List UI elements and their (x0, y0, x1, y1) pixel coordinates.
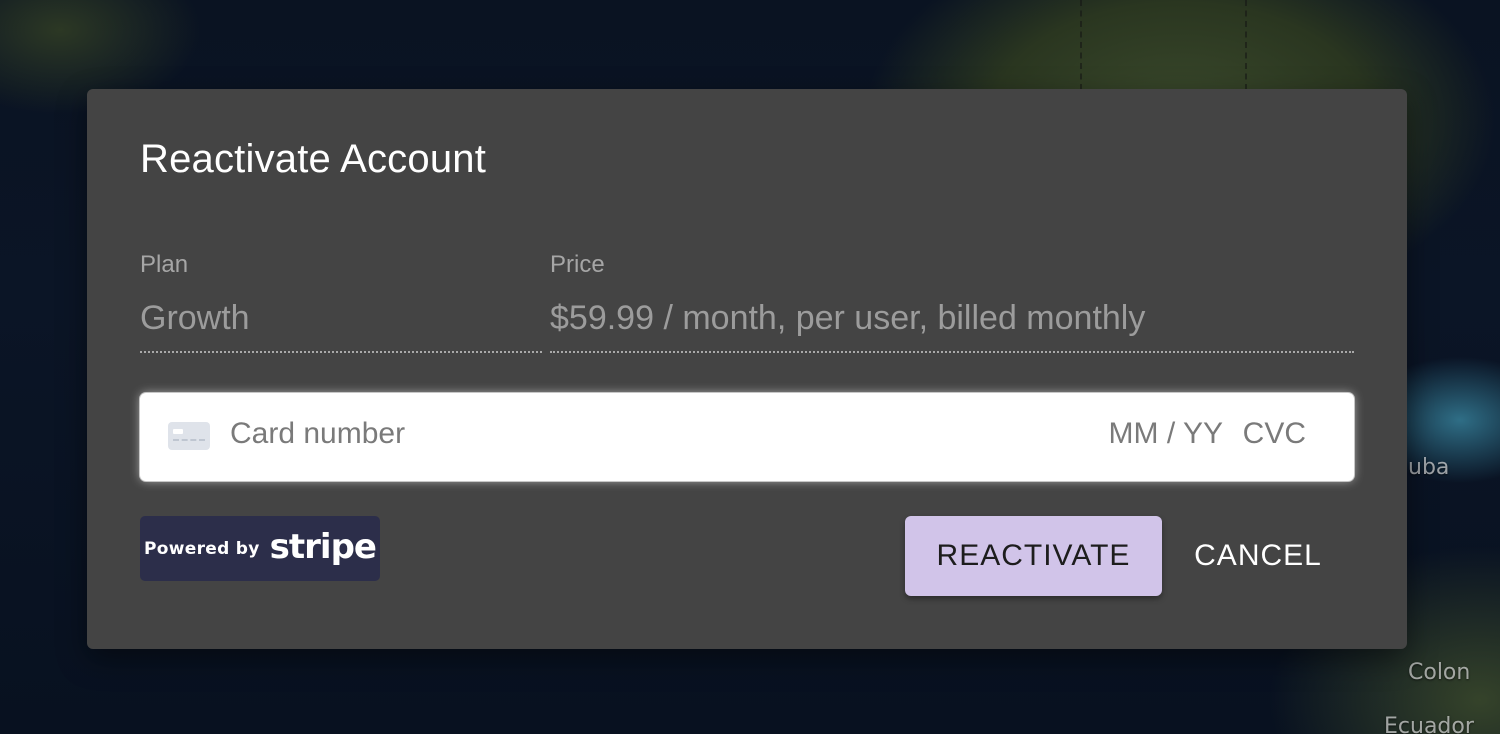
card-expiry-placeholder[interactable]: MM / YY (1109, 417, 1223, 451)
plan-field: Plan Growth (140, 249, 542, 353)
map-label-colombia: Colon (1408, 660, 1471, 685)
map-border-line (1245, 0, 1247, 90)
reactivate-button[interactable]: REACTIVATE (905, 516, 1162, 596)
price-field: Price $59.99 / month, per user, billed m… (550, 249, 1354, 353)
card-input[interactable]: Card number MM / YY CVC (140, 393, 1354, 481)
plan-value: Growth (140, 299, 250, 337)
stripe-powered-by-text: Powered by (144, 538, 260, 559)
stripe-logo: stripe (269, 526, 377, 567)
plan-label: Plan (140, 251, 189, 278)
cancel-button[interactable]: CANCEL (1179, 516, 1337, 596)
price-label: Price (550, 251, 605, 278)
credit-card-icon (168, 422, 210, 450)
map-border-line (1080, 0, 1082, 90)
map-label-cuba: uba (1408, 455, 1450, 480)
dialog-title: Reactivate Account (140, 137, 487, 181)
price-value: $59.99 / month, per user, billed monthly (550, 299, 1146, 337)
reactivate-account-dialog: Reactivate Account Plan Growth Price $59… (87, 89, 1407, 649)
powered-by-stripe-badge[interactable]: Powered by stripe (140, 516, 380, 581)
card-cvc-placeholder[interactable]: CVC (1243, 417, 1306, 451)
map-label-ecuador: Ecuador (1384, 714, 1474, 734)
card-number-placeholder[interactable]: Card number (230, 417, 405, 451)
